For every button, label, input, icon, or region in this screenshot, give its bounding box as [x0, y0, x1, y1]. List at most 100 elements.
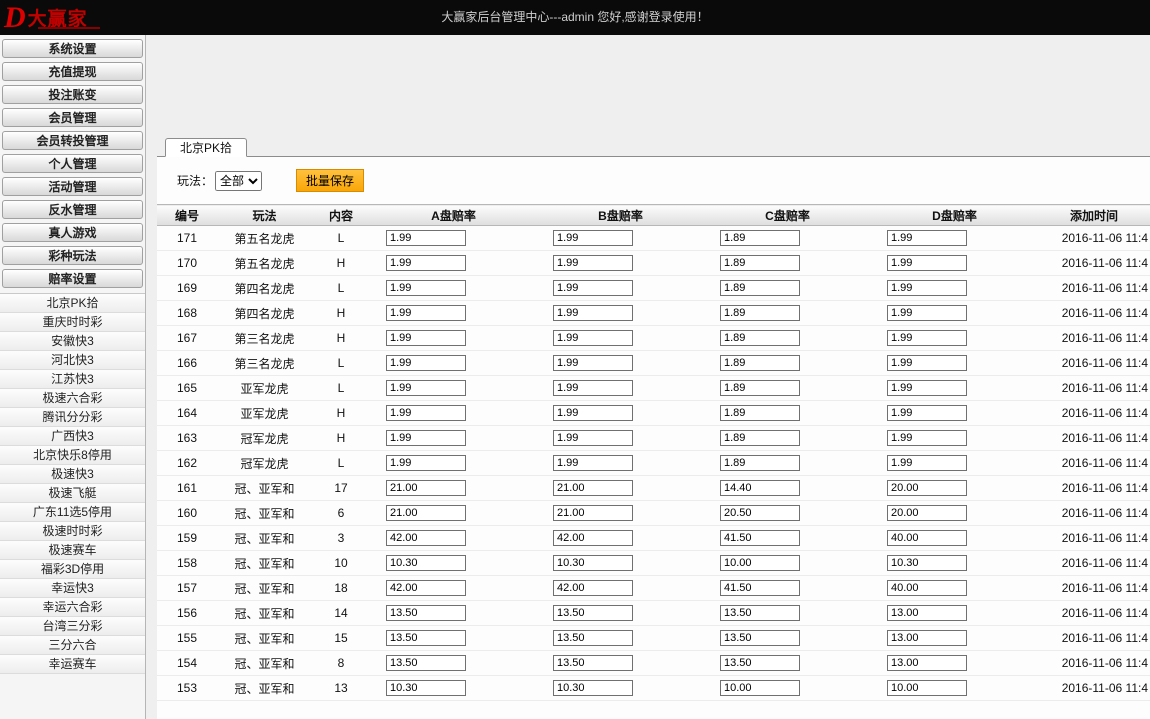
odds-b-input[interactable] [553, 630, 633, 646]
sidebar-submenu-item[interactable]: 河北快3 [0, 351, 145, 370]
odds-b-input[interactable] [553, 405, 633, 421]
odds-b-input[interactable] [553, 530, 633, 546]
tab-beijing-pk10[interactable]: 北京PK拾 [165, 138, 247, 157]
odds-a-input[interactable] [386, 230, 466, 246]
sidebar-menu-item[interactable]: 充值提现 [2, 62, 143, 81]
odds-b-input[interactable] [553, 455, 633, 471]
sidebar-submenu-item[interactable]: 江苏快3 [0, 370, 145, 389]
odds-a-input[interactable] [386, 280, 466, 296]
odds-c-input[interactable] [720, 655, 800, 671]
sidebar-menu-item[interactable]: 活动管理 [2, 177, 143, 196]
odds-c-input[interactable] [720, 580, 800, 596]
odds-c-input[interactable] [720, 505, 800, 521]
odds-b-input[interactable] [553, 680, 633, 696]
odds-c-input[interactable] [720, 630, 800, 646]
odds-a-input[interactable] [386, 430, 466, 446]
odds-c-input[interactable] [720, 280, 800, 296]
odds-a-input[interactable] [386, 480, 466, 496]
odds-c-input[interactable] [720, 555, 800, 571]
odds-d-input[interactable] [887, 530, 967, 546]
odds-c-input[interactable] [720, 230, 800, 246]
sidebar-submenu-item[interactable]: 台湾三分彩 [0, 617, 145, 636]
odds-b-input[interactable] [553, 380, 633, 396]
odds-a-input[interactable] [386, 655, 466, 671]
sidebar-menu-item[interactable]: 反水管理 [2, 200, 143, 219]
sidebar-menu-item[interactable]: 赔率设置 [2, 269, 143, 288]
odds-c-input[interactable] [720, 405, 800, 421]
sidebar-menu-item[interactable]: 真人游戏 [2, 223, 143, 242]
odds-b-input[interactable] [553, 555, 633, 571]
odds-d-input[interactable] [887, 280, 967, 296]
sidebar-submenu-item[interactable]: 幸运快3 [0, 579, 145, 598]
odds-d-input[interactable] [887, 355, 967, 371]
odds-c-input[interactable] [720, 355, 800, 371]
odds-a-input[interactable] [386, 605, 466, 621]
sidebar-submenu-item[interactable]: 北京PK拾 [0, 294, 145, 313]
odds-c-input[interactable] [720, 330, 800, 346]
odds-b-input[interactable] [553, 605, 633, 621]
odds-c-input[interactable] [720, 530, 800, 546]
odds-d-input[interactable] [887, 555, 967, 571]
odds-a-input[interactable] [386, 305, 466, 321]
odds-d-input[interactable] [887, 405, 967, 421]
odds-d-input[interactable] [887, 680, 967, 696]
odds-d-input[interactable] [887, 505, 967, 521]
sidebar-menu-item[interactable]: 个人管理 [2, 154, 143, 173]
odds-a-input[interactable] [386, 680, 466, 696]
sidebar-submenu-item[interactable]: 重庆时时彩 [0, 313, 145, 332]
odds-b-input[interactable] [553, 505, 633, 521]
odds-a-input[interactable] [386, 530, 466, 546]
odds-c-input[interactable] [720, 255, 800, 271]
odds-d-input[interactable] [887, 455, 967, 471]
odds-b-input[interactable] [553, 580, 633, 596]
odds-c-input[interactable] [720, 455, 800, 471]
odds-a-input[interactable] [386, 355, 466, 371]
odds-a-input[interactable] [386, 455, 466, 471]
odds-c-input[interactable] [720, 430, 800, 446]
sidebar-submenu-item[interactable]: 极速飞艇 [0, 484, 145, 503]
sidebar-menu-item[interactable]: 彩种玩法 [2, 246, 143, 265]
odds-c-input[interactable] [720, 680, 800, 696]
odds-c-input[interactable] [720, 480, 800, 496]
odds-d-input[interactable] [887, 255, 967, 271]
odds-d-input[interactable] [887, 230, 967, 246]
odds-d-input[interactable] [887, 330, 967, 346]
odds-a-input[interactable] [386, 330, 466, 346]
sidebar-menu-item[interactable]: 系统设置 [2, 39, 143, 58]
odds-a-input[interactable] [386, 630, 466, 646]
odds-b-input[interactable] [553, 255, 633, 271]
sidebar-submenu-item[interactable]: 极速六合彩 [0, 389, 145, 408]
odds-b-input[interactable] [553, 330, 633, 346]
odds-b-input[interactable] [553, 230, 633, 246]
odds-c-input[interactable] [720, 305, 800, 321]
odds-c-input[interactable] [720, 380, 800, 396]
sidebar-submenu-item[interactable]: 安徽快3 [0, 332, 145, 351]
sidebar-submenu-item[interactable]: 三分六合 [0, 636, 145, 655]
sidebar-menu-item[interactable]: 会员管理 [2, 108, 143, 127]
odds-b-input[interactable] [553, 655, 633, 671]
sidebar-submenu-item[interactable]: 广东11选5停用 [0, 503, 145, 522]
sidebar-submenu-item[interactable]: 极速快3 [0, 465, 145, 484]
batch-save-button[interactable]: 批量保存 [296, 169, 364, 192]
sidebar-submenu-item[interactable]: 福彩3D停用 [0, 560, 145, 579]
odds-d-input[interactable] [887, 655, 967, 671]
play-filter-select[interactable]: 全部 [215, 171, 262, 191]
sidebar-submenu-item[interactable]: 幸运赛车 [0, 655, 145, 674]
odds-b-input[interactable] [553, 280, 633, 296]
odds-a-input[interactable] [386, 255, 466, 271]
sidebar-menu-item[interactable]: 投注账变 [2, 85, 143, 104]
odds-a-input[interactable] [386, 405, 466, 421]
odds-a-input[interactable] [386, 380, 466, 396]
odds-a-input[interactable] [386, 580, 466, 596]
odds-b-input[interactable] [553, 480, 633, 496]
sidebar-menu-item[interactable]: 会员转投管理 [2, 131, 143, 150]
odds-d-input[interactable] [887, 380, 967, 396]
odds-d-input[interactable] [887, 630, 967, 646]
odds-d-input[interactable] [887, 580, 967, 596]
odds-c-input[interactable] [720, 605, 800, 621]
odds-b-input[interactable] [553, 305, 633, 321]
sidebar-submenu-item[interactable]: 极速时时彩 [0, 522, 145, 541]
odds-d-input[interactable] [887, 305, 967, 321]
odds-b-input[interactable] [553, 430, 633, 446]
sidebar-submenu-item[interactable]: 广西快3 [0, 427, 145, 446]
